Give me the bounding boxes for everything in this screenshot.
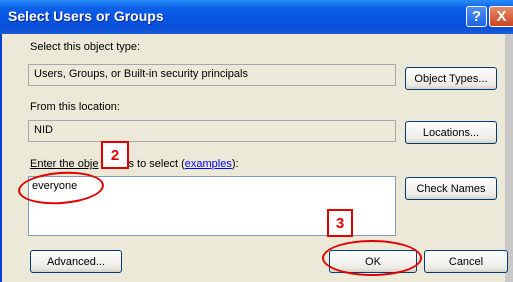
step-3-highlight-ring bbox=[322, 240, 422, 276]
object-type-field: Users, Groups, or Built-in security prin… bbox=[28, 64, 396, 86]
locations-button[interactable]: Locations... bbox=[405, 121, 497, 144]
object-names-label: Enter the obje s to select (examples): bbox=[30, 158, 239, 170]
examples-link[interactable]: examples bbox=[185, 158, 232, 170]
cancel-button[interactable]: Cancel bbox=[424, 250, 508, 273]
check-names-button[interactable]: Check Names bbox=[405, 177, 497, 200]
advanced-button[interactable]: Advanced... bbox=[30, 250, 122, 273]
object-types-button[interactable]: Object Types... bbox=[405, 67, 497, 90]
location-field: NID bbox=[28, 120, 396, 142]
window-shadow bbox=[505, 34, 513, 282]
dialog-title: Select Users or Groups bbox=[8, 8, 164, 24]
help-icon[interactable]: ? bbox=[466, 6, 487, 27]
location-label: From this location: bbox=[30, 101, 120, 113]
title-bar: Select Users or Groups ? X bbox=[0, 0, 513, 34]
step-3-marker: 3 bbox=[327, 209, 353, 237]
close-icon[interactable]: X bbox=[489, 6, 513, 27]
step-2-marker: 2 bbox=[101, 141, 129, 169]
object-type-label: Select this object type: bbox=[30, 41, 141, 53]
